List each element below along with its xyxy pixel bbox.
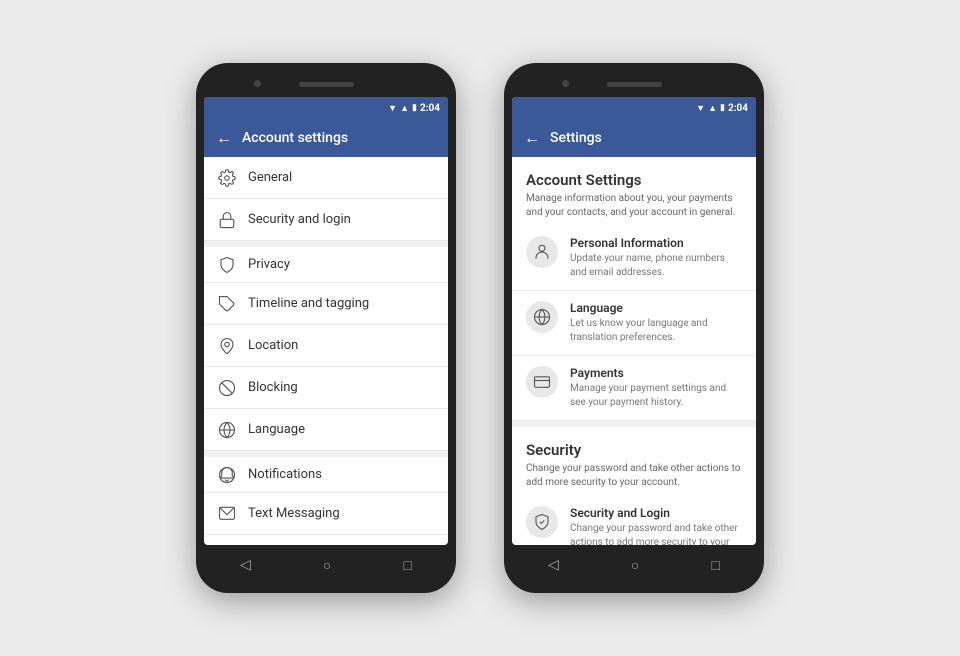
account-section-desc: Manage information about you, your payme… — [526, 192, 742, 220]
personal-info-desc: Update your name, phone numbers and emai… — [570, 252, 742, 280]
nav-home-left[interactable]: ○ — [323, 557, 331, 574]
settings-item-timeline[interactable]: Timeline and tagging — [204, 283, 448, 325]
nav-back-left[interactable]: ◁ — [240, 557, 251, 573]
security-login-title: Security and Login — [570, 506, 742, 520]
camera-left — [254, 80, 261, 87]
phone-bottom-bar-right: ◁ ○ □ — [512, 549, 756, 581]
phone-bottom-bar-left: ◁ ○ □ — [204, 549, 448, 581]
signal-icon-left: ▲ — [400, 103, 409, 114]
nav-back-right[interactable]: ◁ — [548, 557, 559, 573]
phone-top-bar-left — [204, 75, 448, 93]
settings-item-blocking[interactable]: Blocking — [204, 367, 448, 409]
status-bar-left: ▼ ▲ ▮ 2:04 — [204, 97, 448, 119]
security-section-title: Security — [526, 441, 742, 459]
personal-info-title: Personal Information — [570, 236, 742, 250]
detail-item-personal-info[interactable]: Personal Information Update your name, p… — [512, 226, 756, 291]
gear-icon — [218, 169, 236, 187]
phone-top-bar-right — [512, 75, 756, 93]
settings-label-security: Security and login — [248, 212, 351, 227]
settings-list-left: General Security and login Privacy — [204, 157, 448, 545]
detail-item-language[interactable]: Language Let us know your language and t… — [512, 291, 756, 356]
scene: ▼ ▲ ▮ 2:04 ← Account settings General — [0, 0, 960, 656]
settings-item-notifications[interactable]: Notifications — [204, 451, 448, 493]
speaker-right — [607, 82, 662, 87]
lock-outline-icon — [218, 256, 236, 274]
header-title-left: Account settings — [242, 130, 348, 146]
battery-icon-left: ▮ — [412, 103, 417, 113]
detail-item-payments[interactable]: Payments Manage your payment settings an… — [512, 356, 756, 421]
block-icon — [218, 379, 236, 397]
battery-icon-right: ▮ — [720, 103, 725, 113]
payments-desc: Manage your payment settings and see you… — [570, 382, 742, 410]
personal-info-text: Personal Information Update your name, p… — [570, 236, 742, 280]
settings-item-security[interactable]: Security and login — [204, 199, 448, 241]
nav-recent-right[interactable]: □ — [711, 557, 719, 574]
back-button-left[interactable]: ← — [216, 128, 232, 148]
account-section-title: Account Settings — [526, 171, 742, 189]
globe-icon-detail — [533, 308, 551, 326]
settings-item-language[interactable]: Language — [204, 409, 448, 451]
status-icons-right: ▼ ▲ ▮ 2:04 — [696, 103, 748, 114]
payments-text: Payments Manage your payment settings an… — [570, 366, 742, 410]
language-title: Language — [570, 301, 742, 315]
tag-icon — [218, 295, 236, 313]
settings-item-general[interactable]: General — [204, 157, 448, 199]
status-icons-left: ▼ ▲ ▮ 2:04 — [388, 103, 440, 114]
lock-icon — [218, 211, 236, 229]
card-icon — [533, 373, 551, 391]
header-title-right: Settings — [550, 130, 602, 146]
settings-label-text-messaging: Text Messaging — [248, 506, 340, 521]
security-login-text: Security and Login Change your password … — [570, 506, 742, 545]
app-header-right: ← Settings — [512, 119, 756, 157]
person-icon-wrap — [526, 236, 558, 268]
security-login-desc: Change your password and take other acti… — [570, 522, 742, 545]
globe-icon-wrap-detail — [526, 301, 558, 333]
card-icon-wrap — [526, 366, 558, 398]
status-time-left: 2:04 — [420, 103, 440, 114]
shield-icon-wrap — [526, 506, 558, 538]
settings-item-public-posts[interactable]: Public Posts — [204, 535, 448, 545]
settings-label-notifications: Notifications — [248, 467, 322, 482]
account-section-header: Account Settings Manage information abou… — [512, 157, 756, 226]
settings-label-general: General — [248, 170, 292, 185]
language-text: Language Let us know your language and t… — [570, 301, 742, 345]
settings-label-timeline: Timeline and tagging — [248, 296, 369, 311]
person-icon — [533, 243, 551, 261]
speaker-left — [299, 82, 354, 87]
security-section-desc: Change your password and take other acti… — [526, 462, 742, 490]
settings-item-text-messaging[interactable]: Text Messaging — [204, 493, 448, 535]
status-bar-right: ▼ ▲ ▮ 2:04 — [512, 97, 756, 119]
nav-recent-left[interactable]: □ — [403, 557, 411, 574]
camera-right — [562, 80, 569, 87]
shield-icon — [533, 513, 551, 531]
phone-right: ▼ ▲ ▮ 2:04 ← Settings Account Settings M… — [504, 63, 764, 593]
security-section-header: Security Change your password and take o… — [512, 427, 756, 496]
signal-icon-right: ▲ — [708, 103, 717, 114]
wifi-icon-left: ▼ — [388, 103, 397, 114]
language-desc: Let us know your language and translatio… — [570, 317, 742, 345]
settings-label-blocking: Blocking — [248, 380, 298, 395]
message-icon — [218, 505, 236, 523]
payments-title: Payments — [570, 366, 742, 380]
location-icon — [218, 337, 236, 355]
app-header-left: ← Account settings — [204, 119, 448, 157]
detail-item-security-login[interactable]: Security and Login Change your password … — [512, 496, 756, 545]
settings-item-privacy[interactable]: Privacy — [204, 241, 448, 283]
settings-item-location[interactable]: Location — [204, 325, 448, 367]
phone-left: ▼ ▲ ▮ 2:04 ← Account settings General — [196, 63, 456, 593]
back-button-right[interactable]: ← — [524, 128, 540, 148]
globe-icon — [218, 421, 236, 439]
wifi-icon-right: ▼ — [696, 103, 705, 114]
settings-label-language: Language — [248, 422, 305, 437]
screen-left: ▼ ▲ ▮ 2:04 ← Account settings General — [204, 97, 448, 545]
notifications-icon — [218, 466, 236, 484]
screen-right: ▼ ▲ ▮ 2:04 ← Settings Account Settings M… — [512, 97, 756, 545]
detail-content-right: Account Settings Manage information abou… — [512, 157, 756, 545]
settings-label-location: Location — [248, 338, 298, 353]
status-time-right: 2:04 — [728, 103, 748, 114]
nav-home-right[interactable]: ○ — [631, 557, 639, 574]
settings-label-privacy: Privacy — [248, 257, 290, 272]
